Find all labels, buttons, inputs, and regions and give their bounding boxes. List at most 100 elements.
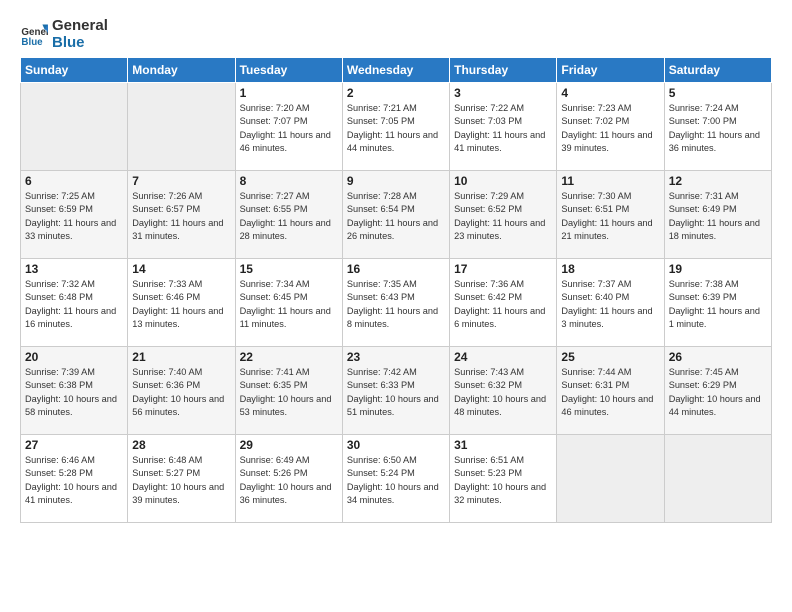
day-info: Sunrise: 6:49 AM Sunset: 5:26 PM Dayligh…: [240, 454, 338, 507]
week-row-5: 27 Sunrise: 6:46 AM Sunset: 5:28 PM Dayli…: [21, 435, 772, 523]
day-number: 19: [669, 262, 767, 276]
day-info: Sunrise: 7:45 AM Sunset: 6:29 PM Dayligh…: [669, 366, 767, 419]
day-cell: 19 Sunrise: 7:38 AM Sunset: 6:39 PM Dayli…: [664, 259, 771, 347]
day-cell: 3 Sunrise: 7:22 AM Sunset: 7:03 PM Daylig…: [450, 83, 557, 171]
svg-text:Blue: Blue: [21, 36, 43, 47]
day-cell: [128, 83, 235, 171]
day-cell: 1Sunrise: 7:20 AM Sunset: 7:07 PM Daylig…: [235, 83, 342, 171]
day-number: 23: [347, 350, 445, 364]
logo-blue: Blue: [52, 35, 108, 52]
day-number: 26: [669, 350, 767, 364]
day-info: Sunrise: 7:24 AM Sunset: 7:00 PM Dayligh…: [669, 102, 767, 155]
day-cell: 30 Sunrise: 6:50 AM Sunset: 5:24 PM Dayli…: [342, 435, 449, 523]
day-cell: 14 Sunrise: 7:33 AM Sunset: 6:46 PM Dayli…: [128, 259, 235, 347]
day-cell: 11Sunrise: 7:30 AM Sunset: 6:51 PM Dayli…: [557, 171, 664, 259]
day-number: 30: [347, 438, 445, 452]
day-number: 13: [25, 262, 123, 276]
day-cell: 4 Sunrise: 7:23 AM Sunset: 7:02 PM Daylig…: [557, 83, 664, 171]
day-cell: 20 Sunrise: 7:39 AM Sunset: 6:38 PM Dayli…: [21, 347, 128, 435]
day-cell: 25 Sunrise: 7:44 AM Sunset: 6:31 PM Dayli…: [557, 347, 664, 435]
day-info: Sunrise: 7:40 AM Sunset: 6:36 PM Dayligh…: [132, 366, 230, 419]
day-number: 5: [669, 86, 767, 100]
day-cell: 10Sunrise: 7:29 AM Sunset: 6:52 PM Dayli…: [450, 171, 557, 259]
day-cell: 2Sunrise: 7:21 AM Sunset: 7:05 PM Daylig…: [342, 83, 449, 171]
week-row-4: 20 Sunrise: 7:39 AM Sunset: 6:38 PM Dayli…: [21, 347, 772, 435]
day-number: 18: [561, 262, 659, 276]
day-number: 3: [454, 86, 552, 100]
day-cell: 17 Sunrise: 7:36 AM Sunset: 6:42 PM Dayli…: [450, 259, 557, 347]
day-cell: 5 Sunrise: 7:24 AM Sunset: 7:00 PM Daylig…: [664, 83, 771, 171]
day-cell: 29Sunrise: 6:49 AM Sunset: 5:26 PM Dayli…: [235, 435, 342, 523]
day-cell: [557, 435, 664, 523]
day-info: Sunrise: 7:22 AM Sunset: 7:03 PM Dayligh…: [454, 102, 552, 155]
day-info: Sunrise: 7:33 AM Sunset: 6:46 PM Dayligh…: [132, 278, 230, 331]
day-cell: 15 Sunrise: 7:34 AM Sunset: 6:45 PM Dayli…: [235, 259, 342, 347]
day-cell: 23Sunrise: 7:42 AM Sunset: 6:33 PM Dayli…: [342, 347, 449, 435]
day-info: Sunrise: 7:39 AM Sunset: 6:38 PM Dayligh…: [25, 366, 123, 419]
day-number: 8: [240, 174, 338, 188]
day-info: Sunrise: 7:29 AM Sunset: 6:52 PM Dayligh…: [454, 190, 552, 243]
day-info: Sunrise: 6:48 AM Sunset: 5:27 PM Dayligh…: [132, 454, 230, 507]
day-info: Sunrise: 7:38 AM Sunset: 6:39 PM Dayligh…: [669, 278, 767, 331]
day-info: Sunrise: 7:31 AM Sunset: 6:49 PM Dayligh…: [669, 190, 767, 243]
day-number: 2: [347, 86, 445, 100]
day-number: 16: [347, 262, 445, 276]
day-info: Sunrise: 7:26 AM Sunset: 6:57 PM Dayligh…: [132, 190, 230, 243]
page: General Blue General Blue SundayMondayTu…: [0, 0, 792, 612]
day-number: 4: [561, 86, 659, 100]
day-cell: 18 Sunrise: 7:37 AM Sunset: 6:40 PM Dayli…: [557, 259, 664, 347]
day-cell: 13 Sunrise: 7:32 AM Sunset: 6:48 PM Dayli…: [21, 259, 128, 347]
day-number: 24: [454, 350, 552, 364]
week-row-2: 6Sunrise: 7:25 AM Sunset: 6:59 PM Daylig…: [21, 171, 772, 259]
col-header-thursday: Thursday: [450, 58, 557, 83]
day-cell: 22 Sunrise: 7:41 AM Sunset: 6:35 PM Dayli…: [235, 347, 342, 435]
day-info: Sunrise: 7:37 AM Sunset: 6:40 PM Dayligh…: [561, 278, 659, 331]
col-header-tuesday: Tuesday: [235, 58, 342, 83]
day-number: 28: [132, 438, 230, 452]
day-info: Sunrise: 6:46 AM Sunset: 5:28 PM Dayligh…: [25, 454, 123, 507]
day-number: 1: [240, 86, 338, 100]
day-info: Sunrise: 7:41 AM Sunset: 6:35 PM Dayligh…: [240, 366, 338, 419]
logo: General Blue General Blue: [20, 18, 108, 51]
day-number: 17: [454, 262, 552, 276]
day-number: 22: [240, 350, 338, 364]
day-number: 27: [25, 438, 123, 452]
day-number: 6: [25, 174, 123, 188]
header: General Blue General Blue: [20, 18, 772, 51]
day-cell: 28 Sunrise: 6:48 AM Sunset: 5:27 PM Dayli…: [128, 435, 235, 523]
day-cell: [664, 435, 771, 523]
day-info: Sunrise: 7:44 AM Sunset: 6:31 PM Dayligh…: [561, 366, 659, 419]
day-cell: 12Sunrise: 7:31 AM Sunset: 6:49 PM Dayli…: [664, 171, 771, 259]
day-info: Sunrise: 6:51 AM Sunset: 5:23 PM Dayligh…: [454, 454, 552, 507]
day-info: Sunrise: 7:43 AM Sunset: 6:32 PM Dayligh…: [454, 366, 552, 419]
day-info: Sunrise: 7:34 AM Sunset: 6:45 PM Dayligh…: [240, 278, 338, 331]
day-number: 20: [25, 350, 123, 364]
day-number: 14: [132, 262, 230, 276]
day-info: Sunrise: 7:35 AM Sunset: 6:43 PM Dayligh…: [347, 278, 445, 331]
day-cell: 7Sunrise: 7:26 AM Sunset: 6:57 PM Daylig…: [128, 171, 235, 259]
day-cell: 26 Sunrise: 7:45 AM Sunset: 6:29 PM Dayli…: [664, 347, 771, 435]
logo-general: General: [52, 18, 108, 35]
day-cell: 9Sunrise: 7:28 AM Sunset: 6:54 PM Daylig…: [342, 171, 449, 259]
day-cell: 27 Sunrise: 6:46 AM Sunset: 5:28 PM Dayli…: [21, 435, 128, 523]
day-number: 31: [454, 438, 552, 452]
day-number: 21: [132, 350, 230, 364]
day-cell: 16 Sunrise: 7:35 AM Sunset: 6:43 PM Dayli…: [342, 259, 449, 347]
day-info: Sunrise: 7:36 AM Sunset: 6:42 PM Dayligh…: [454, 278, 552, 331]
col-header-friday: Friday: [557, 58, 664, 83]
day-number: 9: [347, 174, 445, 188]
day-number: 15: [240, 262, 338, 276]
col-header-wednesday: Wednesday: [342, 58, 449, 83]
week-row-3: 13 Sunrise: 7:32 AM Sunset: 6:48 PM Dayli…: [21, 259, 772, 347]
logo-icon: General Blue: [20, 21, 48, 49]
week-row-1: 1Sunrise: 7:20 AM Sunset: 7:07 PM Daylig…: [21, 83, 772, 171]
day-cell: 24 Sunrise: 7:43 AM Sunset: 6:32 PM Dayli…: [450, 347, 557, 435]
day-info: Sunrise: 7:23 AM Sunset: 7:02 PM Dayligh…: [561, 102, 659, 155]
day-info: Sunrise: 7:32 AM Sunset: 6:48 PM Dayligh…: [25, 278, 123, 331]
col-header-monday: Monday: [128, 58, 235, 83]
day-number: 25: [561, 350, 659, 364]
col-header-saturday: Saturday: [664, 58, 771, 83]
day-number: 11: [561, 174, 659, 188]
day-info: Sunrise: 6:50 AM Sunset: 5:24 PM Dayligh…: [347, 454, 445, 507]
day-cell: 6Sunrise: 7:25 AM Sunset: 6:59 PM Daylig…: [21, 171, 128, 259]
